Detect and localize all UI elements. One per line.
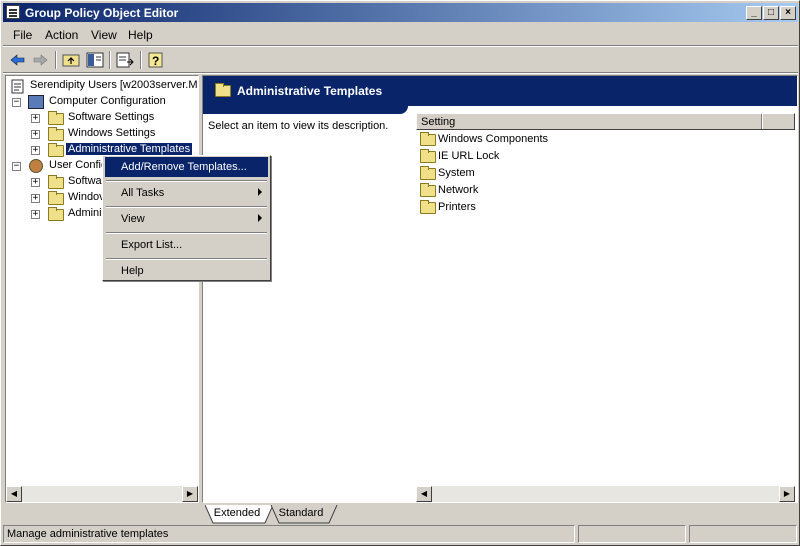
details-horizontal-scrollbar[interactable]: ◀ ▶ <box>416 486 795 502</box>
column-header-setting[interactable]: Setting <box>416 113 795 130</box>
status-text: Manage administrative templates <box>3 525 575 543</box>
status-bar: Manage administrative templates <box>3 525 798 544</box>
expand-icon[interactable]: + <box>31 130 40 139</box>
maximize-button[interactable]: □ <box>763 6 779 20</box>
folder-icon <box>48 127 64 141</box>
folder-open-icon <box>48 143 64 157</box>
tab-standard[interactable]: Standard <box>275 505 327 523</box>
folder-icon <box>420 149 436 163</box>
computer-icon <box>28 95 44 109</box>
forward-arrow-icon[interactable] <box>29 50 51 70</box>
collapse-icon[interactable]: − <box>12 162 21 171</box>
tree-item-software-settings[interactable]: + Software Settings <box>31 110 196 126</box>
menu-item-add-remove-templates[interactable]: Add/Remove Templates... <box>105 157 268 177</box>
expand-icon[interactable]: + <box>31 210 40 219</box>
collapse-icon[interactable]: − <box>12 98 21 107</box>
policy-icon <box>11 79 24 94</box>
menu-item-export-list[interactable]: Export List... <box>105 235 268 255</box>
tab-extended[interactable]: Extended <box>211 505 263 523</box>
menu-item-all-tasks[interactable]: All Tasks <box>105 183 268 203</box>
scroll-right-icon[interactable]: ▶ <box>182 486 198 502</box>
menu-item-view[interactable]: View <box>105 209 268 229</box>
folder-icon <box>48 207 64 221</box>
expand-icon[interactable]: + <box>31 194 40 203</box>
menu-bar: File Action View Help <box>3 25 798 45</box>
help-icon[interactable]: ? <box>145 50 167 70</box>
user-icon <box>29 159 43 173</box>
context-menu: Add/Remove Templates... All Tasks View E… <box>102 155 271 281</box>
tree-item-computer-configuration[interactable]: − Computer Configuration <box>12 94 192 110</box>
console-tree[interactable]: Serendipity Users [w2003server.M − Compu… <box>5 75 199 503</box>
window-title: Group Policy Object Editor <box>25 6 179 20</box>
expand-icon[interactable]: + <box>31 178 40 187</box>
status-cell-3 <box>689 525 797 543</box>
folder-icon <box>48 191 64 205</box>
tree-item-windows-settings[interactable]: + Windows Settings <box>31 126 196 142</box>
up-folder-icon[interactable] <box>60 50 82 70</box>
export-list-icon[interactable] <box>114 50 136 70</box>
description-text: Select an item to view its description. <box>208 120 389 132</box>
toolbar: ? <box>3 48 798 72</box>
folder-icon <box>48 175 64 189</box>
scroll-left-icon[interactable]: ◀ <box>416 486 432 502</box>
scroll-right-icon[interactable]: ▶ <box>779 486 795 502</box>
show-hide-tree-icon[interactable] <box>84 50 106 70</box>
folder-icon <box>420 183 436 197</box>
tree-horizontal-scrollbar[interactable]: ◀ ▶ <box>6 486 198 502</box>
folder-icon <box>48 111 64 125</box>
expand-icon[interactable]: + <box>31 146 40 155</box>
details-header: Administrative Templates <box>203 76 797 106</box>
back-arrow-icon[interactable] <box>7 50 29 70</box>
svg-text:?: ? <box>152 54 159 68</box>
view-tabs: Extended Standard <box>205 505 795 525</box>
submenu-arrow-icon <box>258 188 262 196</box>
gpo-editor-icon <box>6 5 20 19</box>
minimize-button[interactable]: _ <box>746 6 762 20</box>
app-window: Group Policy Object Editor _ □ × File Ac… <box>0 0 800 546</box>
menu-action[interactable]: Action <box>45 28 78 42</box>
folder-icon <box>420 166 436 180</box>
tree-root-label: Serendipity Users [w2003server.M <box>30 79 198 91</box>
folder-icon <box>420 132 436 146</box>
menu-file[interactable]: File <box>13 28 32 42</box>
title-bar[interactable]: Group Policy Object Editor _ □ × <box>3 3 798 22</box>
status-cell-2 <box>578 525 686 543</box>
menu-view[interactable]: View <box>91 28 117 42</box>
expand-icon[interactable]: + <box>31 114 40 123</box>
menu-help[interactable]: Help <box>128 28 153 42</box>
close-button[interactable]: × <box>780 6 796 20</box>
submenu-arrow-icon <box>258 214 262 222</box>
scroll-left-icon[interactable]: ◀ <box>6 486 22 502</box>
details-header-title: Administrative Templates <box>237 84 383 98</box>
menu-item-help[interactable]: Help <box>105 261 268 281</box>
details-pane: Administrative Templates Select an item … <box>202 75 798 503</box>
folder-icon <box>420 200 436 214</box>
folder-icon <box>215 83 231 97</box>
menu-separator <box>3 45 798 47</box>
